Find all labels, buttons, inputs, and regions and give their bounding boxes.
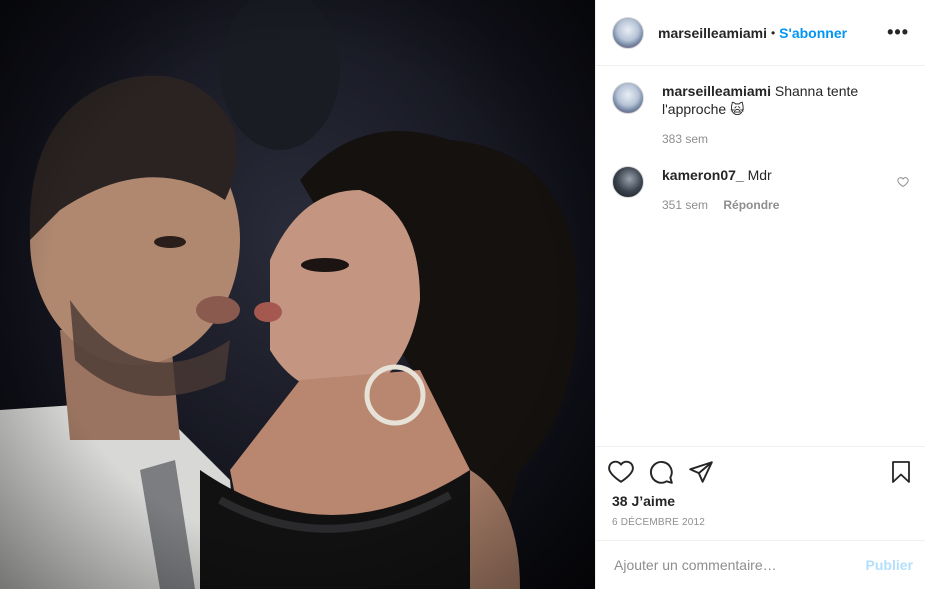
comment-like-heart-icon[interactable] bbox=[897, 176, 909, 188]
post-photo[interactable] bbox=[0, 0, 595, 589]
caption-age[interactable]: 383 sem bbox=[662, 132, 708, 146]
separator-dot: • bbox=[770, 25, 776, 40]
post-container: marseilleamiami • S'abonner ••• marseill… bbox=[0, 0, 925, 589]
actions-section: 38 J’aime 6 DÉCEMBRE 2012 bbox=[596, 446, 925, 528]
comment-meta: 351 sem Répondre bbox=[662, 196, 897, 214]
header-username[interactable]: marseilleamiami bbox=[658, 25, 767, 41]
post-sidebar: marseilleamiami • S'abonner ••• marseill… bbox=[595, 0, 925, 589]
comment-avatar[interactable] bbox=[612, 166, 644, 198]
post-header: marseilleamiami • S'abonner ••• bbox=[596, 0, 925, 66]
caption-avatar[interactable] bbox=[612, 82, 644, 114]
list-item: kameron07_ Mdr 351 sem Répondre bbox=[612, 166, 909, 214]
caption-meta: 383 sem bbox=[662, 130, 909, 148]
comment-username[interactable]: kameron07_ bbox=[662, 167, 744, 183]
header-text: marseilleamiami • S'abonner bbox=[658, 25, 887, 41]
heart-icon[interactable] bbox=[608, 459, 634, 485]
comment-input[interactable] bbox=[612, 556, 866, 574]
bookmark-icon[interactable] bbox=[889, 459, 913, 485]
comments-list: marseilleamiami Shanna tente l'approche … bbox=[596, 66, 925, 214]
follow-button[interactable]: S'abonner bbox=[779, 25, 847, 41]
photo-illustration bbox=[0, 0, 595, 589]
caption-username[interactable]: marseilleamiami bbox=[662, 83, 771, 99]
share-icon[interactable] bbox=[688, 459, 714, 485]
comment-text: Mdr bbox=[747, 167, 772, 183]
avatar[interactable] bbox=[612, 16, 644, 49]
add-comment-bar: Publier bbox=[596, 540, 925, 589]
comment-body: kameron07_ Mdr 351 sem Répondre bbox=[662, 166, 897, 214]
action-bar bbox=[596, 447, 925, 487]
caption-body: marseilleamiami Shanna tente l'approche … bbox=[662, 82, 909, 148]
comment-icon[interactable] bbox=[648, 459, 674, 485]
more-options-icon[interactable]: ••• bbox=[887, 22, 909, 43]
post-date[interactable]: 6 DÉCEMBRE 2012 bbox=[596, 509, 925, 528]
comment-age[interactable]: 351 sem bbox=[662, 198, 708, 212]
publish-button[interactable]: Publier bbox=[866, 557, 913, 573]
reply-button[interactable]: Répondre bbox=[723, 198, 779, 212]
caption-comment: marseilleamiami Shanna tente l'approche … bbox=[612, 82, 909, 148]
likes-count[interactable]: 38 J’aime bbox=[596, 487, 925, 509]
